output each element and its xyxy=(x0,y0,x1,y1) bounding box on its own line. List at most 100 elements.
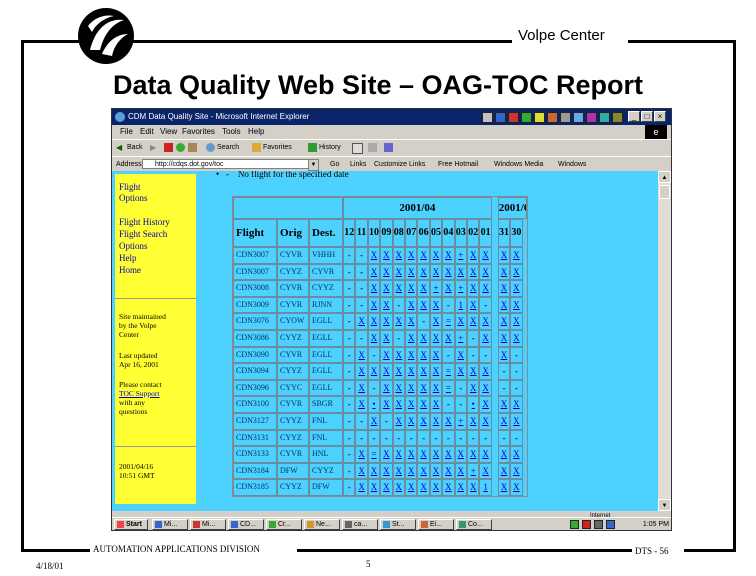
table-row-mark[interactable]: X xyxy=(405,263,418,281)
table-row-mark[interactable]: X xyxy=(510,396,523,413)
table-row-mark[interactable]: X xyxy=(380,346,393,364)
table-row-mark[interactable]: X xyxy=(367,296,381,314)
table-row-mark[interactable]: X xyxy=(429,396,443,413)
sidebar-item-flight-options[interactable]: Flight Options xyxy=(119,182,159,204)
table-row-mark[interactable]: X xyxy=(429,363,443,380)
table-row-mark[interactable]: + xyxy=(467,462,480,480)
print-icon[interactable] xyxy=(368,143,377,152)
table-row-mark[interactable]: X xyxy=(429,446,443,463)
table-row-mark[interactable]: X xyxy=(417,346,430,364)
menu-tools[interactable]: Tools xyxy=(222,125,241,139)
table-row-mark[interactable]: + xyxy=(454,413,467,430)
table-row-mark[interactable]: X xyxy=(392,263,405,281)
minimize-button[interactable]: _ xyxy=(628,111,640,122)
favorites-icon[interactable] xyxy=(252,143,261,152)
tray-icon-8[interactable] xyxy=(573,112,584,123)
table-row-mark[interactable]: X xyxy=(405,346,418,364)
table-row-mark[interactable]: X xyxy=(497,313,511,330)
table-row-mark[interactable]: X xyxy=(442,280,455,297)
table-row-mark[interactable]: = xyxy=(442,363,455,380)
go-button[interactable]: Go xyxy=(330,157,339,172)
table-row-mark[interactable]: X xyxy=(479,263,492,281)
table-row-mark[interactable]: X xyxy=(355,346,368,364)
table-row-mark[interactable]: X xyxy=(380,446,393,463)
taskbar-task[interactable]: Ne... xyxy=(304,519,340,530)
table-row-mark[interactable]: X xyxy=(497,247,511,264)
table-row-mark[interactable]: X xyxy=(454,479,467,496)
table-row-mark[interactable]: X xyxy=(417,479,430,496)
table-row-mark[interactable]: X xyxy=(429,263,443,281)
link-windows-media[interactable]: Windows Media xyxy=(494,157,543,172)
table-row-mark[interactable]: X xyxy=(417,263,430,281)
home-icon[interactable] xyxy=(188,143,197,152)
table-row-mark[interactable]: X xyxy=(405,379,418,397)
table-row-mark[interactable]: X xyxy=(355,363,368,380)
link-windows[interactable]: Windows xyxy=(558,157,586,172)
table-row-mark[interactable]: + xyxy=(454,247,467,264)
table-row-mark[interactable]: X xyxy=(392,446,405,463)
search-button[interactable]: Search xyxy=(217,140,239,156)
history-button[interactable]: History xyxy=(319,140,341,156)
link-hotmail[interactable]: Free Hotmail xyxy=(438,157,478,172)
table-row-mark[interactable]: X xyxy=(380,396,393,413)
tray-icon-5[interactable] xyxy=(534,112,545,123)
table-row-mark[interactable]: X xyxy=(367,462,381,480)
table-row-mark[interactable]: X xyxy=(479,363,492,380)
table-row-mark[interactable]: X xyxy=(479,379,492,397)
table-row-mark[interactable]: X xyxy=(367,330,381,347)
table-row-mark[interactable]: X xyxy=(467,413,480,430)
table-row-mark[interactable]: X xyxy=(510,313,523,330)
edit-icon[interactable] xyxy=(384,143,393,152)
menu-favorites[interactable]: Favorites xyxy=(182,125,215,139)
link-customize[interactable]: Customize Links xyxy=(374,157,425,172)
scroll-thumb[interactable] xyxy=(659,185,670,199)
table-row-mark[interactable]: X xyxy=(392,247,405,264)
menu-help[interactable]: Help xyxy=(248,125,264,139)
table-row-mark[interactable]: X xyxy=(454,462,467,480)
table-row-mark[interactable]: X xyxy=(380,379,393,397)
tray-icon-11[interactable] xyxy=(612,112,623,123)
table-row-mark[interactable]: X xyxy=(417,396,430,413)
vertical-scrollbar[interactable]: ▲ ▼ xyxy=(658,171,671,511)
table-row-mark[interactable]: X xyxy=(454,313,467,330)
table-row-mark[interactable]: X xyxy=(467,363,480,380)
table-row-mark[interactable]: X xyxy=(497,479,511,496)
table-row-mark[interactable]: X xyxy=(479,396,492,413)
table-row-mark[interactable]: X xyxy=(417,330,430,347)
stop-icon[interactable] xyxy=(164,143,173,152)
tray-n-icon[interactable] xyxy=(582,520,591,529)
table-row-mark[interactable]: 1 xyxy=(479,479,492,496)
table-row-mark[interactable]: = xyxy=(442,313,455,330)
start-button[interactable]: Start xyxy=(114,519,148,530)
table-row-mark[interactable]: X xyxy=(429,379,443,397)
table-row-mark[interactable]: X xyxy=(497,280,511,297)
taskbar-task[interactable]: CD... xyxy=(228,519,264,530)
close-button[interactable]: × xyxy=(654,111,666,122)
table-row-mark[interactable]: X xyxy=(380,247,393,264)
table-row-mark[interactable]: X xyxy=(392,462,405,480)
table-row-mark[interactable]: + xyxy=(454,330,467,347)
scroll-down-icon[interactable]: ▼ xyxy=(658,499,671,511)
table-row-mark[interactable]: X xyxy=(510,330,523,347)
tray-icon-9[interactable] xyxy=(586,112,597,123)
table-row-mark[interactable]: X xyxy=(405,413,418,430)
table-row-mark[interactable]: X xyxy=(417,413,430,430)
table-row-mark[interactable]: X xyxy=(510,263,523,281)
table-row-mark[interactable]: X xyxy=(479,247,492,264)
forward-icon[interactable]: ▶ xyxy=(150,143,159,152)
table-row-mark[interactable]: X xyxy=(497,413,511,430)
table-row-mark[interactable]: X xyxy=(367,247,381,264)
table-row-mark[interactable]: X xyxy=(467,313,480,330)
tray-icon-10[interactable] xyxy=(599,112,610,123)
table-row-mark[interactable]: X xyxy=(355,446,368,463)
table-row-mark[interactable]: X xyxy=(467,446,480,463)
taskbar-task[interactable]: Mi... xyxy=(190,519,226,530)
tray-icon-2[interactable] xyxy=(495,112,506,123)
scroll-up-icon[interactable]: ▲ xyxy=(658,171,671,183)
table-row-mark[interactable]: X xyxy=(429,296,443,314)
table-row-mark[interactable]: X xyxy=(392,379,405,397)
table-row-mark[interactable]: X xyxy=(380,280,393,297)
table-row-mark[interactable]: X xyxy=(392,313,405,330)
table-row-mark[interactable]: X xyxy=(510,413,523,430)
history-icon[interactable] xyxy=(308,143,317,152)
